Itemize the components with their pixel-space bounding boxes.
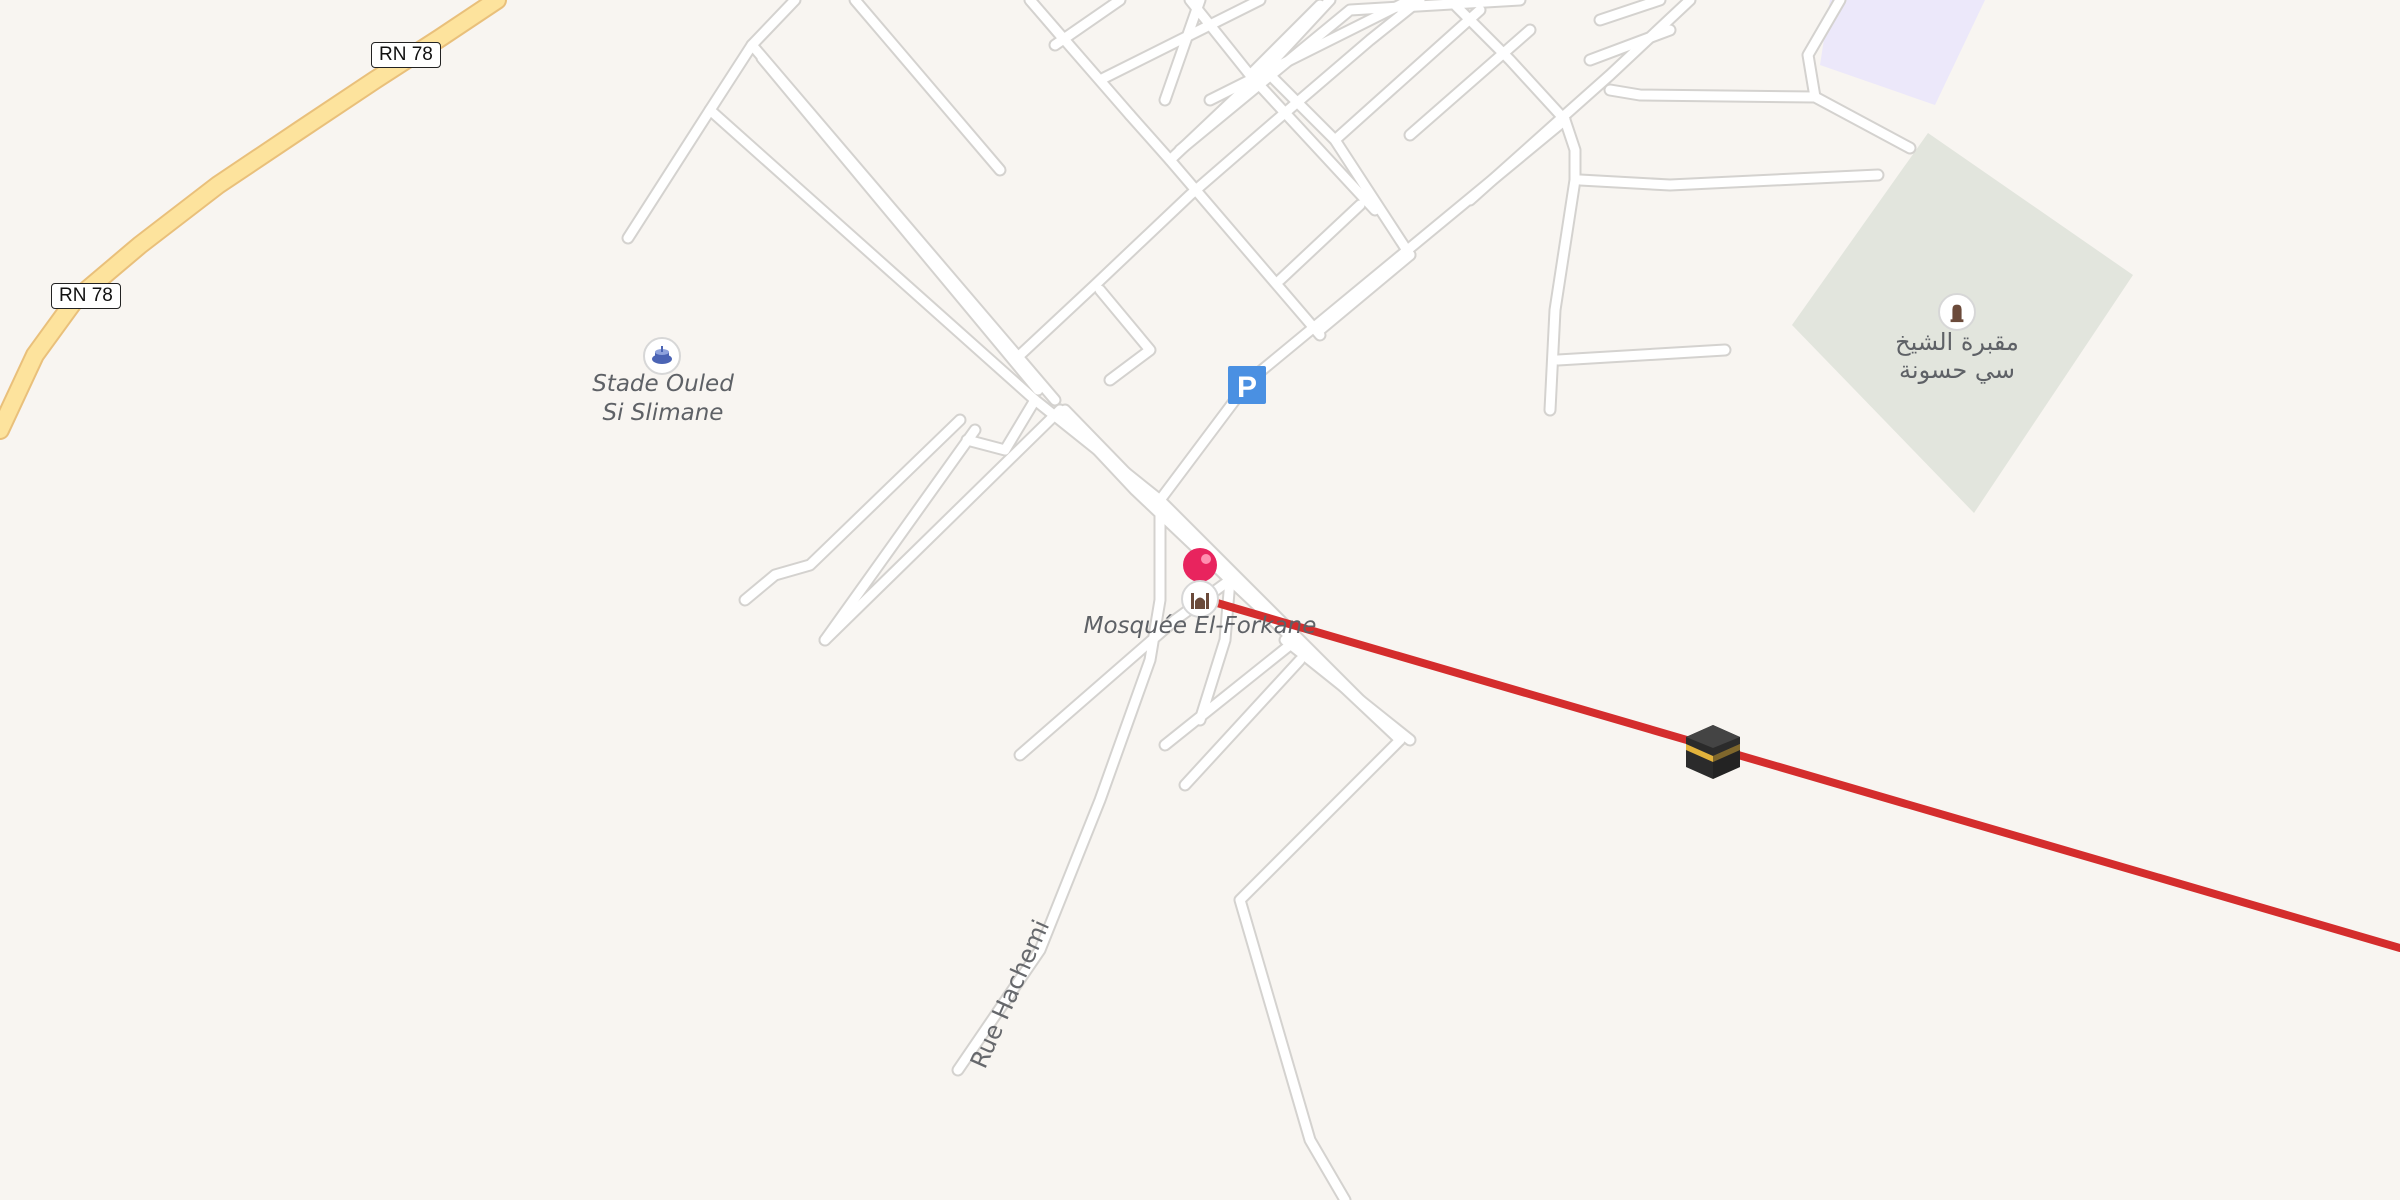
parking-icon[interactable]: P — [1228, 366, 1266, 404]
cemetery-label: مقبرة الشيخ سي حسونة — [1895, 328, 2019, 384]
parking-label: P — [1237, 371, 1257, 404]
mosque-label: Mosquée El-Forkane — [1083, 613, 1317, 639]
road-shield-rn78-left: RN 78 — [51, 283, 121, 309]
road-shield-rn78-top: RN 78 — [371, 42, 441, 68]
cemetery-icon[interactable] — [1938, 293, 1976, 331]
stadium-label: Stade Ouled Si Slimane — [592, 371, 734, 426]
